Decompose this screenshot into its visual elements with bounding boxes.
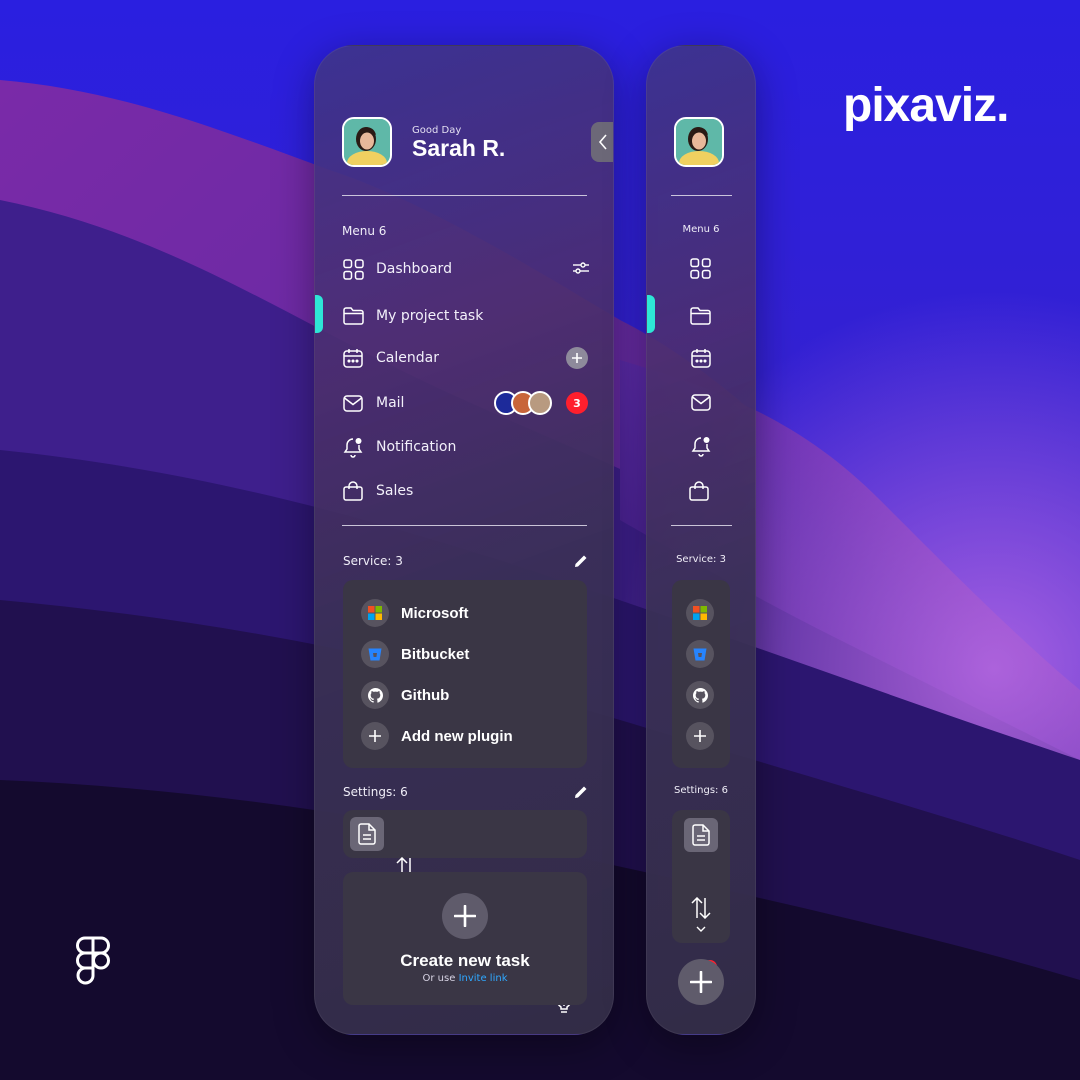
menu-divider bbox=[671, 525, 732, 526]
service-microsoft[interactable]: Microsoft bbox=[361, 599, 469, 627]
bag-icon bbox=[342, 480, 364, 502]
create-task-sub-prefix: Or use bbox=[422, 973, 459, 984]
sliders-icon[interactable] bbox=[572, 261, 590, 275]
bitbucket-icon bbox=[361, 640, 389, 668]
mail-icon bbox=[342, 392, 364, 414]
settings-document-button[interactable] bbox=[684, 818, 718, 852]
header-divider bbox=[671, 195, 732, 196]
services-card bbox=[672, 580, 730, 768]
plus-icon bbox=[361, 722, 389, 750]
calendar-icon[interactable] bbox=[691, 348, 711, 368]
menu-item-calendar[interactable]: Calendar bbox=[342, 344, 590, 372]
sidebar-expanded: Good Day Sarah R. Menu 6 Dashboard My pr… bbox=[314, 45, 614, 1035]
settings-section-title: Settings: 6 bbox=[343, 785, 408, 799]
menu-item-label: Dashboard bbox=[376, 261, 452, 277]
create-task-title: Create new task bbox=[400, 951, 530, 970]
chevron-left-icon bbox=[598, 134, 607, 150]
plus-icon bbox=[572, 353, 582, 363]
header-divider bbox=[342, 195, 587, 196]
service-section-title: Service: 3 bbox=[343, 554, 403, 568]
collapse-sidebar-button[interactable] bbox=[591, 122, 613, 162]
settings-section-title: Settings: 6 bbox=[674, 785, 728, 796]
mail-count-badge: 3 bbox=[566, 392, 588, 414]
menu-item-sales[interactable]: Sales bbox=[342, 477, 590, 505]
edit-settings-icon[interactable] bbox=[574, 785, 588, 799]
menu-item-my-project-task[interactable]: My project task bbox=[342, 302, 590, 330]
service-github[interactable]: Github bbox=[361, 681, 449, 709]
settings-toolbar: 6 bbox=[672, 810, 730, 985]
document-icon bbox=[358, 823, 376, 845]
github-icon[interactable] bbox=[686, 681, 714, 709]
invite-link[interactable]: Invite link bbox=[459, 973, 508, 984]
grid-icon bbox=[342, 258, 364, 280]
create-task-card: Create new task Or use Invite link bbox=[343, 872, 587, 1005]
microsoft-icon bbox=[361, 599, 389, 627]
sort-arrows-icon bbox=[691, 897, 711, 919]
menu-item-notification[interactable]: Notification bbox=[342, 433, 590, 461]
avatar[interactable] bbox=[342, 117, 392, 167]
create-task-button[interactable] bbox=[442, 893, 488, 939]
figma-icon bbox=[76, 936, 110, 985]
github-icon bbox=[361, 681, 389, 709]
settings-sort-button[interactable] bbox=[684, 891, 718, 925]
menu-item-label: Sales bbox=[376, 483, 414, 499]
add-plugin-button[interactable] bbox=[686, 722, 714, 750]
add-calendar-button[interactable] bbox=[566, 347, 588, 369]
service-label: Add new plugin bbox=[401, 727, 513, 745]
create-task-button[interactable] bbox=[678, 959, 724, 1005]
menu-item-label: Mail bbox=[376, 395, 405, 411]
avatar[interactable] bbox=[674, 117, 724, 167]
menu-item-label: My project task bbox=[376, 308, 484, 324]
sidebar-collapsed: Menu 6 Service: 3 Settings: 6 bbox=[646, 45, 756, 1035]
plus-icon bbox=[694, 730, 706, 742]
services-card: Microsoft Bitbucket Github Add new plugi… bbox=[343, 580, 587, 768]
plus-icon bbox=[454, 905, 476, 927]
bitbucket-icon[interactable] bbox=[686, 640, 714, 668]
avatar-photo bbox=[344, 119, 390, 165]
service-label: Github bbox=[401, 686, 450, 704]
folder-icon[interactable] bbox=[690, 307, 711, 325]
participant-avatar bbox=[528, 391, 552, 415]
bell-icon[interactable] bbox=[691, 436, 711, 457]
add-plugin-button[interactable]: Add new plugin bbox=[361, 722, 513, 750]
settings-toolbar: 6 bbox=[343, 810, 587, 1013]
service-section-title: Service: 3 bbox=[676, 554, 726, 565]
active-indicator bbox=[315, 295, 323, 333]
grid-icon[interactable] bbox=[690, 258, 711, 279]
active-indicator bbox=[647, 295, 655, 333]
folder-icon bbox=[342, 305, 364, 327]
microsoft-icon[interactable] bbox=[686, 599, 714, 627]
menu-item-dashboard[interactable]: Dashboard bbox=[342, 255, 590, 283]
service-bitbucket[interactable]: Bitbucket bbox=[361, 640, 469, 668]
menu-section-title: Menu 6 bbox=[682, 224, 720, 235]
edit-services-icon[interactable] bbox=[574, 554, 588, 568]
settings-document-button[interactable] bbox=[350, 817, 384, 851]
calendar-icon bbox=[342, 347, 364, 369]
menu-item-label: Notification bbox=[376, 439, 457, 455]
chevron-down-icon[interactable] bbox=[696, 926, 706, 932]
menu-section-title: Menu 6 bbox=[342, 224, 387, 238]
document-icon bbox=[692, 824, 710, 846]
bag-icon[interactable] bbox=[689, 481, 709, 501]
mail-participants[interactable] bbox=[494, 391, 556, 415]
user-name: Sarah R. bbox=[412, 135, 506, 161]
create-task-subtitle: Or use Invite link bbox=[343, 973, 587, 984]
menu-item-label: Calendar bbox=[376, 350, 439, 366]
service-label: Microsoft bbox=[401, 604, 469, 622]
service-label: Bitbucket bbox=[401, 645, 470, 663]
plus-icon bbox=[690, 971, 712, 993]
bell-icon bbox=[342, 436, 364, 458]
brand-logo: pixaviz. bbox=[843, 79, 1009, 132]
avatar-photo bbox=[676, 119, 722, 165]
menu-divider bbox=[342, 525, 587, 526]
mail-icon[interactable] bbox=[691, 394, 711, 411]
